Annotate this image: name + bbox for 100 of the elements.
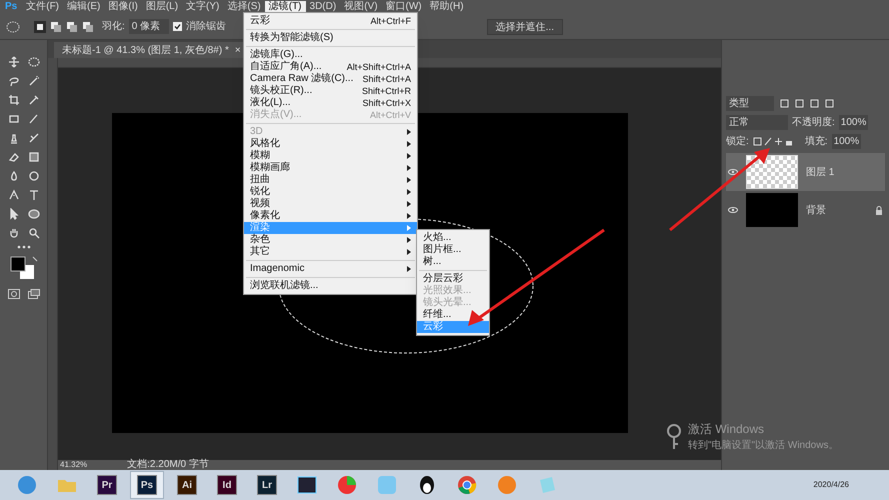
- menu-bar-item[interactable]: 3D(D): [306, 1, 340, 13]
- fill-label: 填充:: [804, 134, 828, 149]
- background-layer-thumbnail: [746, 193, 798, 227]
- opacity-field[interactable]: 100%: [838, 115, 868, 130]
- app-icon: Id: [217, 475, 237, 495]
- blend-mode-dropdown[interactable]: 正常: [726, 115, 788, 130]
- eye-icon[interactable]: [728, 169, 738, 175]
- taskbar-button[interactable]: Pr: [90, 471, 124, 499]
- type-icon[interactable]: [28, 189, 40, 201]
- menu-item[interactable]: 模糊画廊: [244, 162, 417, 174]
- menu-item[interactable]: 镜头校正(R)... Shift+Ctrl+R: [244, 85, 417, 97]
- menu-item[interactable]: 其它: [244, 246, 417, 258]
- app-icon: Ai: [177, 475, 197, 495]
- app-icon: Ps: [137, 475, 157, 495]
- selection-mode-icon[interactable]: [82, 20, 94, 32]
- menu-item[interactable]: 视频: [244, 198, 417, 210]
- eraser-icon[interactable]: [8, 151, 20, 163]
- submenu-arrow-icon: [407, 266, 411, 272]
- select-and-mask-button[interactable]: 选择并遮住...: [486, 18, 563, 34]
- layer-row[interactable]: 图层 1: [726, 153, 885, 191]
- menu-item[interactable]: 自适应广角(A)... Alt+Shift+Ctrl+A: [244, 61, 417, 73]
- penguin-icon: [419, 475, 435, 495]
- ellipse-select-icon[interactable]: [28, 56, 40, 68]
- app-circle-icon: [497, 475, 517, 495]
- menu-item[interactable]: 树...: [417, 256, 489, 268]
- eye-icon[interactable]: [728, 207, 738, 213]
- menu-item[interactable]: 锐化: [244, 186, 417, 198]
- lock-icon[interactable]: [752, 137, 793, 146]
- menu-item[interactable]: 扭曲: [244, 174, 417, 186]
- history-brush-icon[interactable]: [28, 132, 40, 144]
- more-tools-icon[interactable]: [16, 245, 30, 249]
- menu-item[interactable]: 风格化: [244, 138, 417, 150]
- menu-item[interactable]: 浏览联机滤镜...: [244, 280, 417, 292]
- activation-title: 激活 Windows: [688, 421, 766, 438]
- menu-item[interactable]: 火焰...: [417, 232, 489, 244]
- close-tab-button[interactable]: ×: [234, 42, 241, 58]
- taskbar-button[interactable]: Ps: [130, 471, 164, 499]
- menu-bar-item[interactable]: 图像(I): [104, 1, 142, 13]
- selection-mode-icon[interactable]: [66, 20, 78, 32]
- feather-field[interactable]: 0 像素: [128, 19, 169, 34]
- app-icon: Pr: [97, 475, 117, 495]
- menu-bar-item[interactable]: 文字(Y): [182, 1, 224, 13]
- menu-bar-item[interactable]: 帮助(H): [426, 1, 468, 13]
- pen-icon[interactable]: [8, 189, 20, 201]
- layer-name: 背景: [806, 204, 827, 218]
- frame-icon[interactable]: [8, 113, 20, 125]
- document-size: 文档:2.20M/0 字节: [127, 460, 209, 470]
- check-icon: [174, 23, 181, 30]
- menu-bar-item[interactable]: 窗口(W): [382, 1, 426, 13]
- menu-bar-item[interactable]: 滤镜(T): [264, 1, 306, 13]
- layer-filter-dropdown[interactable]: 类型: [726, 96, 774, 111]
- transparent-layer-thumbnail: [746, 155, 798, 189]
- brush-icon[interactable]: [28, 113, 40, 125]
- chrome-icon: [457, 475, 477, 495]
- selection-mode-icon[interactable]: [50, 20, 62, 32]
- zoom-icon[interactable]: [28, 227, 40, 239]
- menu-item[interactable]: 纤维...: [417, 309, 489, 321]
- gradient-icon[interactable]: [28, 151, 40, 163]
- move-icon[interactable]: [8, 56, 20, 68]
- menu-item[interactable]: 图片框...: [417, 244, 489, 256]
- key-icon: [666, 424, 682, 450]
- eyedropper-icon[interactable]: [28, 94, 40, 106]
- crop-icon[interactable]: [8, 94, 20, 106]
- activation-subtitle: 转到"电脑设置"以激活 Windows。: [688, 438, 838, 453]
- taskbar-button[interactable]: Lr: [250, 471, 284, 499]
- lock-label: 锁定:: [726, 134, 749, 149]
- clock-date: 2020/4/26: [813, 479, 849, 491]
- taskbar-button[interactable]: Ai: [170, 471, 204, 499]
- taskbar-button[interactable]: Id: [210, 471, 244, 499]
- anti-alias-label: 消除锯齿: [186, 20, 226, 34]
- menu-item[interactable]: 模糊: [244, 150, 417, 162]
- menu-item[interactable]: 杂色: [244, 234, 417, 246]
- menu-bar-item[interactable]: 文件(F): [22, 1, 64, 13]
- menu-bar-item[interactable]: 选择(S): [223, 1, 265, 13]
- fill-field[interactable]: 100%: [832, 134, 862, 149]
- menu-item[interactable]: 转换为智能滤镜(S): [244, 32, 417, 44]
- layer-row[interactable]: 背景: [726, 191, 885, 229]
- menu-bar-item[interactable]: 视图(V): [340, 1, 382, 13]
- folder-icon: [57, 477, 77, 493]
- menu-bar-item[interactable]: 图层(L): [142, 1, 182, 13]
- lasso-icon[interactable]: [8, 75, 20, 87]
- pointer-icon[interactable]: [8, 208, 20, 220]
- anti-alias-checkbox[interactable]: [172, 22, 182, 31]
- menu-item[interactable]: Imagenomic: [244, 263, 417, 275]
- menu-item[interactable]: Camera Raw 滤镜(C)... Shift+Ctrl+A: [244, 73, 417, 85]
- layer-name: 图层 1: [806, 166, 836, 180]
- menu-item[interactable]: 云彩 Alt+Ctrl+F: [244, 15, 417, 27]
- app-logo: Ps: [4, 1, 18, 13]
- menu-item[interactable]: 液化(L)... Shift+Ctrl+X: [244, 97, 417, 109]
- selection-mode-icon[interactable]: [34, 20, 46, 32]
- menu-item[interactable]: 分层云彩: [417, 273, 489, 285]
- feather-label: 羽化:: [102, 20, 125, 34]
- quick-mask-icon[interactable]: [8, 289, 20, 299]
- ellipse-select-icon[interactable]: [6, 20, 20, 32]
- dodge-icon[interactable]: [28, 170, 40, 182]
- screen-mode-icon[interactable]: [28, 289, 40, 299]
- wand-icon[interactable]: [28, 75, 40, 87]
- menu-bar-item[interactable]: 编辑(E): [63, 1, 104, 13]
- menu-item[interactable]: 像素化: [244, 210, 417, 222]
- ellipse-shape-icon[interactable]: [28, 208, 40, 220]
